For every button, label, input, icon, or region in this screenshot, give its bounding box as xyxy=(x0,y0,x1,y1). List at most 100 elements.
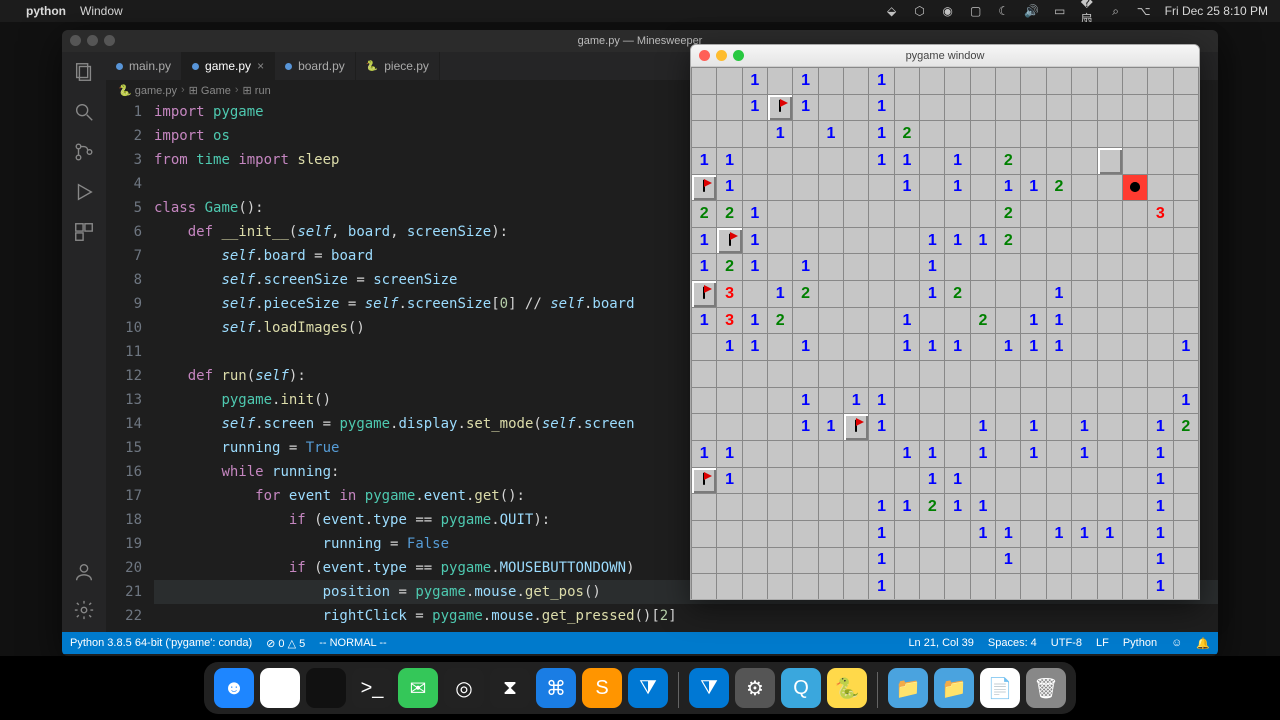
cell[interactable] xyxy=(844,68,869,95)
cell[interactable] xyxy=(1021,520,1046,547)
cell[interactable] xyxy=(1072,147,1097,174)
dock-vscode-icon[interactable]: ⧩ xyxy=(628,668,668,708)
status-interpreter[interactable]: Python 3.8.5 64-bit ('pygame': conda) xyxy=(70,637,252,649)
cell[interactable]: 1 xyxy=(793,387,818,414)
cell[interactable] xyxy=(692,121,717,148)
cell[interactable] xyxy=(1148,307,1173,334)
cell[interactable] xyxy=(1072,494,1097,521)
cell[interactable] xyxy=(1097,494,1122,521)
cell[interactable] xyxy=(945,307,970,334)
cell[interactable]: 1 xyxy=(768,281,793,308)
cell[interactable]: 1 xyxy=(793,94,818,121)
cell[interactable] xyxy=(1021,201,1046,228)
cell[interactable] xyxy=(1173,254,1198,281)
cell[interactable]: 1 xyxy=(996,334,1021,361)
cell[interactable] xyxy=(1122,68,1147,95)
cell[interactable] xyxy=(1173,227,1198,254)
cell[interactable]: 1 xyxy=(1173,387,1198,414)
cell[interactable] xyxy=(1021,68,1046,95)
cell-flag[interactable] xyxy=(768,94,793,121)
cell[interactable] xyxy=(1122,201,1147,228)
cell[interactable] xyxy=(1173,467,1198,494)
docker-icon[interactable]: ⬡ xyxy=(913,4,927,18)
cell[interactable] xyxy=(945,254,970,281)
cell[interactable]: 1 xyxy=(920,227,945,254)
cell[interactable]: 3 xyxy=(1148,201,1173,228)
minesweeper-board[interactable]: 1111111112111112111112221231111121211131… xyxy=(691,67,1199,600)
cell[interactable]: 2 xyxy=(768,307,793,334)
cell[interactable] xyxy=(768,414,793,441)
cell[interactable]: 1 xyxy=(692,307,717,334)
cell[interactable] xyxy=(844,361,869,388)
cell[interactable] xyxy=(818,387,843,414)
cell[interactable] xyxy=(920,414,945,441)
dock-chrome-icon[interactable]: ◉ xyxy=(260,668,300,708)
cell[interactable] xyxy=(692,68,717,95)
cell[interactable] xyxy=(1173,440,1198,467)
cell[interactable]: 1 xyxy=(970,227,995,254)
record-icon[interactable]: ◉ xyxy=(941,4,955,18)
cell[interactable] xyxy=(717,94,742,121)
status-eol[interactable]: LF xyxy=(1096,637,1109,649)
cell[interactable] xyxy=(793,121,818,148)
cell[interactable] xyxy=(1097,574,1122,600)
cell[interactable] xyxy=(996,68,1021,95)
cell[interactable] xyxy=(793,174,818,201)
cell-flag[interactable] xyxy=(692,174,717,201)
cell[interactable]: 1 xyxy=(742,254,767,281)
cell[interactable] xyxy=(1097,174,1122,201)
cell[interactable]: 2 xyxy=(920,494,945,521)
cell[interactable]: 1 xyxy=(1148,440,1173,467)
cell[interactable]: 1 xyxy=(1046,281,1071,308)
cell[interactable] xyxy=(996,574,1021,600)
cell[interactable]: 1 xyxy=(894,334,919,361)
cell[interactable] xyxy=(1072,227,1097,254)
cell[interactable] xyxy=(692,574,717,600)
run-debug-icon[interactable] xyxy=(72,180,96,204)
display-icon[interactable]: ▢ xyxy=(969,4,983,18)
cell[interactable] xyxy=(768,361,793,388)
cell[interactable] xyxy=(920,520,945,547)
cell[interactable]: 1 xyxy=(742,201,767,228)
cell[interactable] xyxy=(1148,281,1173,308)
dock-xcode-icon[interactable]: ⌘ xyxy=(536,668,576,708)
cell[interactable]: 1 xyxy=(970,494,995,521)
cell[interactable]: 1 xyxy=(869,574,894,600)
cell[interactable] xyxy=(818,547,843,574)
cell[interactable] xyxy=(818,94,843,121)
cell[interactable] xyxy=(1173,94,1198,121)
cell[interactable] xyxy=(894,467,919,494)
cell[interactable]: 1 xyxy=(742,227,767,254)
cell[interactable] xyxy=(1148,361,1173,388)
cell[interactable]: 1 xyxy=(920,254,945,281)
cell[interactable] xyxy=(1122,520,1147,547)
cell[interactable] xyxy=(1072,281,1097,308)
cell[interactable]: 2 xyxy=(717,201,742,228)
cell[interactable] xyxy=(742,361,767,388)
cell[interactable] xyxy=(692,494,717,521)
menubar-window[interactable]: Window xyxy=(80,4,123,18)
cell[interactable]: 1 xyxy=(970,440,995,467)
dock-folder2-icon[interactable]: 📁 xyxy=(934,668,974,708)
cell[interactable] xyxy=(692,94,717,121)
cell[interactable] xyxy=(844,334,869,361)
cell[interactable] xyxy=(717,547,742,574)
cell[interactable]: 1 xyxy=(717,147,742,174)
cell[interactable] xyxy=(793,201,818,228)
cell[interactable] xyxy=(894,520,919,547)
cell[interactable] xyxy=(692,520,717,547)
cell[interactable] xyxy=(768,147,793,174)
cell[interactable] xyxy=(844,307,869,334)
control-center-icon[interactable]: ⌥ xyxy=(1137,4,1151,18)
cell[interactable] xyxy=(1097,334,1122,361)
cell[interactable]: 1 xyxy=(1072,440,1097,467)
cell[interactable] xyxy=(996,361,1021,388)
cell[interactable] xyxy=(920,387,945,414)
cell[interactable] xyxy=(1122,414,1147,441)
cell[interactable]: 1 xyxy=(1046,307,1071,334)
cell[interactable] xyxy=(1097,94,1122,121)
cell[interactable]: 1 xyxy=(742,307,767,334)
cell[interactable] xyxy=(1021,387,1046,414)
cell[interactable] xyxy=(742,121,767,148)
cell[interactable] xyxy=(1072,307,1097,334)
